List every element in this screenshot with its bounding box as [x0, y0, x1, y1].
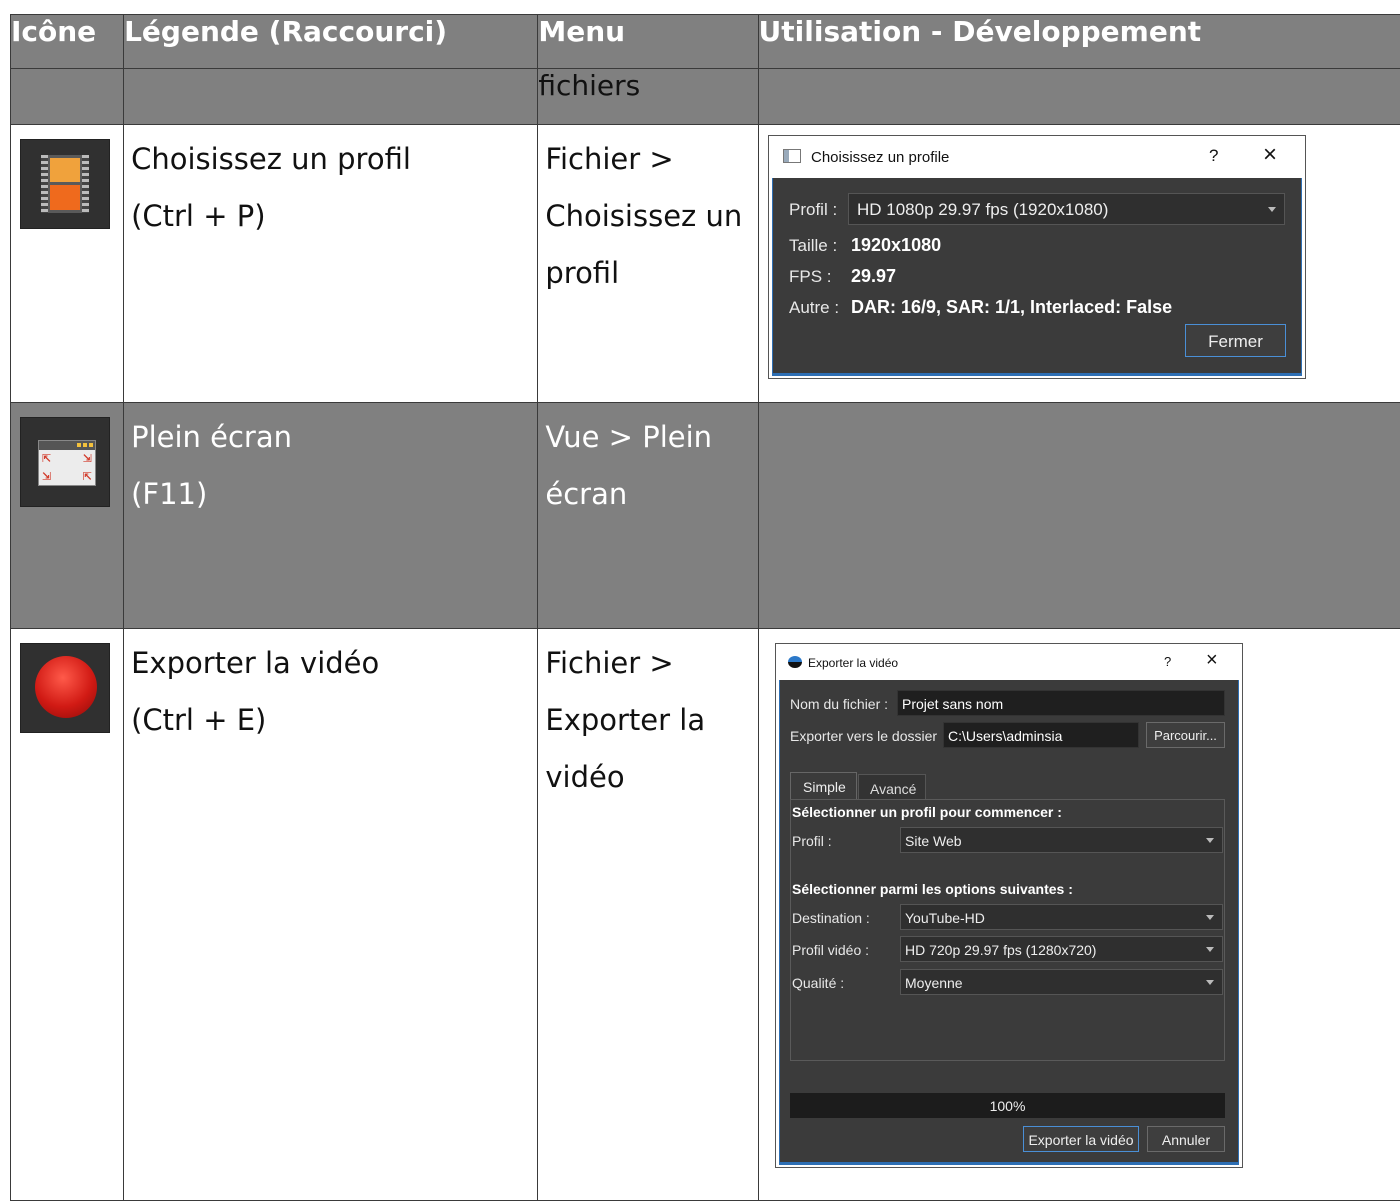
export-progress-bar: 100% — [790, 1093, 1225, 1118]
close-icon[interactable]: × — [1263, 141, 1277, 169]
profile-combo-value: HD 1080p 29.97 fps (1920x1080) — [857, 200, 1108, 219]
folder-input[interactable]: C:\Users\adminsia — [943, 722, 1139, 748]
browse-button[interactable]: Parcourir... — [1146, 722, 1225, 748]
profile-combo-value: Site Web — [905, 833, 962, 849]
row-shortcut: (Ctrl + E) — [131, 692, 530, 749]
destination-label: Destination : — [792, 910, 870, 926]
profile-dialog-body: Profil : HD 1080p 29.97 fps (1920x1080) … — [772, 178, 1302, 376]
subheader-menu: fichiers — [538, 69, 758, 125]
export-dialog: Exporter la vidéo ? × Nom du fichier : P… — [775, 643, 1243, 1168]
profile-combo[interactable]: Site Web — [900, 827, 1223, 853]
tab-advanced[interactable]: Avancé — [858, 774, 926, 800]
app-logo-icon — [788, 656, 802, 668]
record-icon — [20, 643, 110, 733]
section-options-heading: Sélectionner parmi les options suivantes… — [792, 881, 1073, 897]
profile-dialog: Choisissez un profile ? × Profil : HD 10… — [768, 135, 1306, 379]
video-profile-combo[interactable]: HD 720p 29.97 fps (1280x720) — [900, 936, 1223, 962]
video-profile-label: Profil vidéo : — [792, 942, 869, 958]
header-caption: Légende (Raccourci) — [124, 15, 538, 69]
row-menu-path: Fichier > Choisissez un profil — [538, 125, 757, 302]
tab-panel: Sélectionner un profil pour commencer : … — [790, 799, 1225, 1061]
size-label: Taille : — [789, 236, 837, 256]
chevron-down-icon — [1206, 915, 1214, 920]
fullscreen-icon: ⇱⇲ ⇲⇱ — [20, 417, 110, 507]
row-shortcut: (Ctrl + P) — [131, 188, 530, 245]
close-button[interactable]: Fermer — [1185, 324, 1286, 357]
profile-combo[interactable]: HD 1080p 29.97 fps (1920x1080) — [848, 193, 1285, 225]
row-menu-path: Fichier > Exporter la vidéo — [538, 629, 757, 806]
row-shortcut: (F11) — [131, 466, 530, 523]
row-caption: Exporter la vidéo — [131, 635, 530, 692]
table-header-row: Icône Légende (Raccourci) Menu Utilisati… — [11, 15, 1400, 69]
header-usage: Utilisation - Développement — [758, 15, 1400, 69]
chevron-down-icon — [1206, 838, 1214, 843]
filename-input[interactable]: Projet sans nom — [897, 690, 1225, 716]
export-dialog-body: Nom du fichier : Projet sans nom Exporte… — [779, 680, 1239, 1165]
close-icon[interactable]: × — [1206, 649, 1218, 672]
profile-dialog-titlebar: Choisissez un profile ? × — [769, 136, 1305, 176]
help-button[interactable]: ? — [1164, 654, 1171, 669]
destination-combo-value: YouTube-HD — [905, 910, 985, 926]
destination-combo[interactable]: YouTube-HD — [900, 904, 1223, 930]
quality-combo-value: Moyenne — [905, 975, 963, 991]
table-row: ⇱⇲ ⇲⇱ Plein écran (F11) Vue > Plein écra… — [11, 403, 1400, 629]
fps-value: 29.97 — [851, 266, 896, 287]
export-dialog-titlebar: Exporter la vidéo ? × — [776, 644, 1242, 680]
progress-label: 100% — [790, 1098, 1225, 1114]
table-subheader-row: fichiers — [11, 69, 1400, 125]
section-profile-heading: Sélectionner un profil pour commencer : — [792, 804, 1062, 820]
help-button[interactable]: ? — [1209, 146, 1218, 166]
row-caption: Choisissez un profil — [131, 131, 530, 188]
quality-combo[interactable]: Moyenne — [900, 969, 1223, 995]
size-value: 1920x1080 — [851, 235, 941, 256]
row-caption: Plein écran — [131, 409, 530, 466]
cancel-button[interactable]: Annuler — [1147, 1126, 1225, 1152]
quality-label: Qualité : — [792, 975, 844, 991]
folder-label: Exporter vers le dossier — [790, 728, 937, 744]
row-menu-path: Vue > Plein écran — [538, 403, 757, 523]
other-label: Autre : — [789, 298, 839, 318]
header-icon: Icône — [11, 15, 124, 69]
profile-label: Profil : — [789, 200, 837, 220]
dialog-title: Choisissez un profile — [811, 149, 949, 166]
profile-film-icon — [20, 139, 110, 229]
export-video-button[interactable]: Exporter la vidéo — [1023, 1126, 1139, 1152]
other-value: DAR: 16/9, SAR: 1/1, Interlaced: False — [851, 297, 1172, 318]
window-icon — [783, 149, 801, 163]
filename-label: Nom du fichier : — [790, 696, 888, 712]
chevron-down-icon — [1206, 980, 1214, 985]
profile-label: Profil : — [792, 833, 832, 849]
tab-simple[interactable]: Simple — [790, 772, 857, 800]
dialog-title: Exporter la vidéo — [808, 656, 898, 670]
fps-label: FPS : — [789, 267, 832, 287]
chevron-down-icon — [1206, 947, 1214, 952]
header-menu: Menu — [538, 15, 758, 69]
chevron-down-icon — [1268, 207, 1276, 212]
video-profile-combo-value: HD 720p 29.97 fps (1280x720) — [905, 942, 1096, 958]
